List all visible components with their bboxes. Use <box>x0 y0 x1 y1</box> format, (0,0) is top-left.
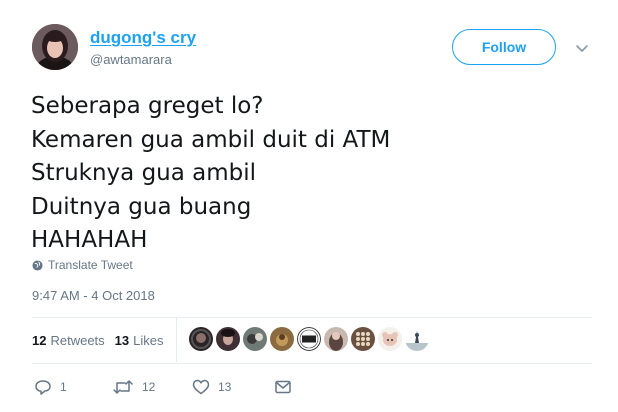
likes-label: Likes <box>133 332 164 348</box>
envelope-icon <box>275 380 291 394</box>
reply-count: 1 <box>60 380 67 394</box>
tweet-stats: 12 Retweets 13 Likes <box>32 325 174 355</box>
tweet-timestamp[interactable]: 9:47 AM - 4 Oct 2018 <box>32 288 155 303</box>
globe-icon <box>32 259 43 271</box>
tweet-line: HAHAHAH <box>31 227 148 253</box>
translate-tweet-link[interactable]: Translate Tweet <box>32 258 133 272</box>
reply-button[interactable]: 1 <box>34 376 67 398</box>
retweet-button[interactable]: 12 <box>112 376 155 398</box>
likes-count: 13 <box>114 332 130 348</box>
chevron-down-icon[interactable] <box>574 40 590 56</box>
tweet-actions: 1 12 13 <box>32 376 332 398</box>
retweets-stat[interactable]: 12 Retweets <box>32 333 105 348</box>
avatar[interactable] <box>32 24 78 70</box>
translate-label[interactable]: Translate Tweet <box>48 258 133 272</box>
liker-avatar[interactable] <box>405 327 429 351</box>
liker-avatar[interactable] <box>324 327 348 351</box>
retweets-count: 12 <box>32 332 47 348</box>
tweet-line: Duitnya gua buang <box>31 193 252 220</box>
liker-avatar[interactable] <box>216 327 240 351</box>
liker-avatar[interactable] <box>270 327 294 351</box>
user-handle: @awtamarara <box>90 52 172 67</box>
tweet-line: Kemaren gua ambil duit di ATM <box>31 126 391 153</box>
likes-stat[interactable]: 13 Likes <box>115 333 164 348</box>
tweet-line: Seberapa greget lo? <box>31 93 264 119</box>
liker-avatar[interactable] <box>297 327 321 351</box>
tweet-text: Seberapa greget lo? Kemaren gua ambil du… <box>31 90 591 258</box>
tweet-line: Struknya gua ambil <box>31 160 257 186</box>
liker-avatars <box>189 327 429 351</box>
retweets-label: Retweets <box>50 332 105 348</box>
liker-avatar[interactable] <box>351 327 375 351</box>
liker-avatar[interactable] <box>243 327 267 351</box>
divider <box>32 317 592 318</box>
reply-icon <box>35 380 51 395</box>
stats-separator <box>176 318 177 362</box>
heart-icon <box>192 379 210 395</box>
direct-message-button[interactable] <box>274 376 292 398</box>
liker-avatar[interactable] <box>378 327 402 351</box>
divider <box>32 363 592 364</box>
follow-button[interactable]: Follow <box>452 29 556 65</box>
display-name[interactable]: dugong's cry <box>90 28 196 48</box>
retweet-count: 12 <box>142 380 156 394</box>
like-count: 13 <box>218 380 232 394</box>
retweet-icon <box>113 380 133 394</box>
like-button[interactable]: 13 <box>192 376 231 398</box>
liker-avatar[interactable] <box>189 327 213 351</box>
